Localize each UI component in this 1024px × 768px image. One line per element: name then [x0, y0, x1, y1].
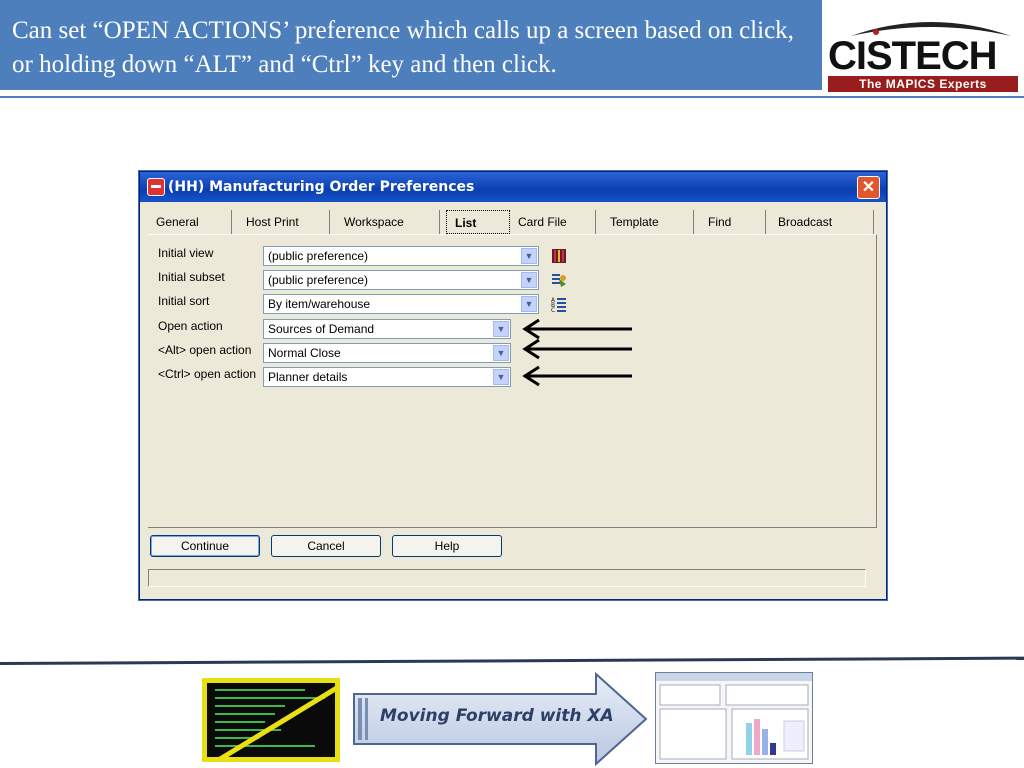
annotation-arrow-left-icon — [522, 365, 632, 387]
slide-title: Can set “OPEN ACTIONS’ preference which … — [12, 17, 794, 78]
dialog-title: (HH) Manufacturing Order Preferences — [168, 179, 475, 195]
status-bar — [148, 569, 866, 587]
app-icon — [147, 178, 165, 196]
dialog-titlebar[interactable]: (HH) Manufacturing Order Preferences ✕ — [140, 172, 886, 202]
initial-subset-value: (public preference) — [268, 273, 369, 287]
help-button[interactable]: Help — [392, 535, 502, 557]
crossed-out-icon — [218, 686, 335, 757]
open-action-select[interactable]: Sources of Demand ▼ — [263, 319, 511, 339]
initial-view-label: Initial view — [158, 246, 214, 260]
green-screen-thumbnail — [202, 678, 340, 762]
cancel-button[interactable]: Cancel — [271, 535, 381, 557]
initial-sort-label: Initial sort — [158, 294, 210, 308]
alt-open-action-select[interactable]: Normal Close ▼ — [263, 343, 511, 363]
tab-list[interactable]: List — [446, 210, 510, 234]
banner-text: Moving Forward with XA — [380, 706, 614, 726]
open-action-label: Open action — [158, 319, 223, 333]
close-button[interactable]: ✕ — [857, 176, 880, 199]
tab-general[interactable]: General — [148, 210, 232, 234]
open-action-value: Sources of Demand — [268, 322, 375, 336]
header-divider — [0, 96, 1024, 98]
ctrl-open-action-value: Planner details — [268, 370, 348, 384]
slide-header: Can set “OPEN ACTIONS’ preference which … — [0, 0, 822, 90]
chevron-down-icon[interactable]: ▼ — [521, 296, 537, 312]
xa-chart-thumbnail-icon — [656, 673, 812, 760]
initial-view-value: (public preference) — [268, 249, 369, 263]
initial-subset-select[interactable]: (public preference) ▼ — [263, 270, 539, 290]
tab-card-file[interactable]: Card File — [510, 210, 596, 234]
footer-divider — [0, 656, 1024, 665]
view-icon[interactable] — [551, 248, 567, 264]
chevron-down-icon[interactable]: ▼ — [493, 345, 509, 361]
chevron-down-icon[interactable]: ▼ — [521, 272, 537, 288]
ctrl-open-action-select[interactable]: Planner details ▼ — [263, 367, 511, 387]
tab-strip: General Host Print Workspace List Card F… — [148, 210, 878, 234]
initial-subset-label: Initial subset — [158, 270, 225, 284]
tab-template[interactable]: Template — [602, 210, 694, 234]
annotation-arrow-left-icon — [522, 338, 632, 360]
ctrl-open-action-label: <Ctrl> open action — [158, 367, 257, 381]
logo-wordmark: CISTECH — [828, 34, 998, 78]
initial-view-select[interactable]: (public preference) ▼ — [263, 246, 539, 266]
chevron-down-icon[interactable]: ▼ — [521, 248, 537, 264]
initial-sort-select[interactable]: By item/warehouse ▼ — [263, 294, 539, 314]
logo-tagline: The MAPICS Experts — [828, 76, 1018, 92]
tab-find[interactable]: Find — [700, 210, 766, 234]
chevron-down-icon[interactable]: ▼ — [493, 369, 509, 385]
annotation-arrow-left-icon — [522, 318, 632, 340]
company-logo: CISTECH The MAPICS Experts — [826, 14, 1020, 94]
alt-open-action-label: <Alt> open action — [158, 343, 252, 357]
chevron-down-icon[interactable]: ▼ — [493, 321, 509, 337]
tab-host-print[interactable]: Host Print — [238, 210, 330, 234]
initial-sort-value: By item/warehouse — [268, 297, 371, 311]
alt-open-action-value: Normal Close — [268, 346, 341, 360]
sort-icon[interactable]: A B C — [551, 296, 567, 312]
continue-button[interactable]: Continue — [150, 535, 260, 557]
close-icon: ✕ — [861, 179, 876, 196]
svg-text:C: C — [551, 307, 555, 312]
tab-broadcast[interactable]: Broadcast — [770, 210, 874, 234]
moving-forward-banner: Moving Forward with XA — [352, 672, 648, 766]
subset-icon[interactable] — [551, 272, 567, 288]
preferences-dialog: (HH) Manufacturing Order Preferences ✕ G… — [139, 171, 887, 600]
tab-workspace[interactable]: Workspace — [336, 210, 440, 234]
xa-screen-thumbnail — [655, 672, 813, 764]
